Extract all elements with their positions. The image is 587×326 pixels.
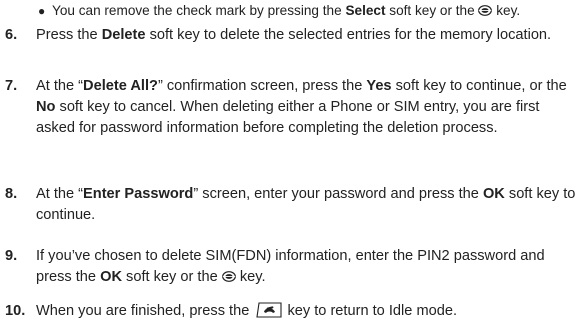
step-10-text-1: When you are finished, press the bbox=[36, 303, 254, 319]
manual-page: ● You can remove the check mark by press… bbox=[0, 0, 587, 326]
step-number: 7. bbox=[5, 78, 18, 94]
step-8: 8. At the “Enter Password” screen, enter… bbox=[5, 184, 581, 226]
bullet-text-3: key. bbox=[492, 3, 521, 18]
step-text: If you’ve chosen to delete SIM(FDN) info… bbox=[36, 246, 581, 288]
ok-key-icon bbox=[221, 268, 236, 282]
step-7-bold-no: No bbox=[36, 99, 56, 115]
step-text: At the “Delete All?” confirmation screen… bbox=[36, 76, 581, 139]
step-8-text-2: ” screen, enter your password and press … bbox=[193, 186, 483, 202]
step-6: 6. Press the Delete soft key to delete t… bbox=[5, 25, 581, 46]
step-text: At the “Enter Password” screen, enter yo… bbox=[36, 184, 581, 226]
end-key-icon bbox=[253, 301, 283, 319]
step-7-text-2: ” confirmation screen, press the bbox=[157, 78, 367, 94]
step-6-bold-delete: Delete bbox=[101, 27, 146, 43]
bullet-dot: ● bbox=[38, 4, 46, 18]
step-7-text-3: soft key to continue, or the bbox=[391, 78, 567, 94]
step-number: 10. bbox=[5, 303, 26, 319]
bullet-text-1: You can remove the check mark by pressin… bbox=[52, 3, 346, 18]
step-10: 10. When you are finished, press the key… bbox=[5, 301, 581, 322]
step-9-bold-ok: OK bbox=[100, 269, 122, 285]
step-8-bold-ok: OK bbox=[482, 186, 505, 202]
ok-key-icon bbox=[478, 2, 493, 16]
step-text: Press the Delete soft key to delete the … bbox=[36, 25, 581, 46]
step-7-bold-yes: Yes bbox=[366, 78, 392, 94]
step-6-text-2: soft key to delete the selected entries … bbox=[145, 27, 552, 43]
step-7: 7. At the “Delete All?” confirmation scr… bbox=[5, 76, 581, 139]
step-10-text-2: key to return to Idle mode. bbox=[283, 303, 457, 319]
step-text: When you are finished, press the key to … bbox=[36, 301, 581, 322]
step-7-text-4: soft key to cancel. When deleting either… bbox=[36, 99, 540, 136]
bullet-item: ● You can remove the check mark by press… bbox=[38, 1, 582, 21]
step-number: 6. bbox=[5, 27, 18, 43]
step-number: 8. bbox=[5, 186, 18, 202]
step-6-text-1: Press the bbox=[36, 27, 102, 43]
step-8-text-1: At the “ bbox=[36, 186, 84, 202]
step-number: 9. bbox=[5, 248, 18, 264]
step-8-bold-enter-password: Enter Password bbox=[83, 186, 194, 202]
step-9-text-2: soft key or the bbox=[121, 269, 222, 285]
bullet-text-2: soft key or the bbox=[385, 3, 479, 18]
step-7-bold-delete-all: Delete All? bbox=[83, 78, 158, 94]
step-9-text-3: key. bbox=[235, 269, 266, 285]
bullet-bold-select: Select bbox=[345, 3, 386, 18]
step-7-text-1: At the “ bbox=[36, 78, 84, 94]
step-9: 9. If you’ve chosen to delete SIM(FDN) i… bbox=[5, 246, 581, 288]
